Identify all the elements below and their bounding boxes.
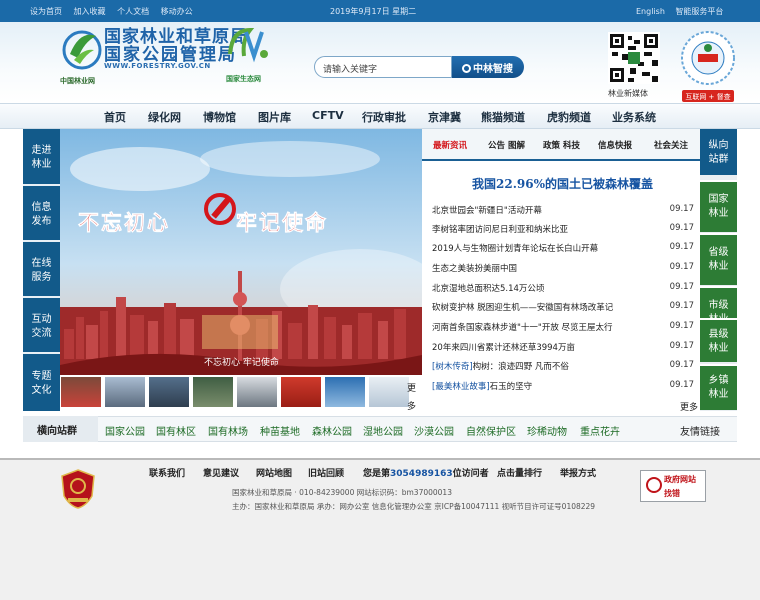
- feedback-link[interactable]: 意见建议: [203, 466, 239, 479]
- divider: [23, 296, 60, 298]
- search-icon: [462, 64, 471, 73]
- tab-announcements[interactable]: 公告 图解: [488, 139, 525, 151]
- thumbnail-8[interactable]: [368, 376, 410, 408]
- nav-item-greening[interactable]: 绿化网: [148, 109, 181, 125]
- logo-caption: 中国林业网: [60, 77, 95, 85]
- tab-policy-tech[interactable]: 政策 科技: [543, 139, 580, 151]
- top-right-links: English 智能服务平台: [636, 6, 731, 17]
- qr-code-icon: [608, 32, 660, 84]
- site-group-national[interactable]: 国家 林业: [700, 180, 737, 232]
- hgroup-rare-animals[interactable]: 珍稀动物: [527, 423, 567, 438]
- old-site-link[interactable]: 旧站回顾: [308, 466, 344, 479]
- left-menu-about[interactable]: 走进 林业: [23, 144, 60, 172]
- hgroup-desert-park[interactable]: 沙漠公园: [414, 423, 454, 438]
- news-headline[interactable]: 我国22.96%的国土已被森林覆盖: [430, 175, 695, 192]
- news-tag: [最美林业故事]: [432, 382, 490, 392]
- left-menu-info[interactable]: 信息 发布: [23, 201, 60, 229]
- report-link[interactable]: 举报方式: [560, 466, 596, 479]
- thumbnail-4[interactable]: [192, 376, 234, 408]
- thumbnail-5[interactable]: [236, 376, 278, 408]
- banner-more-link[interactable]: 更多: [407, 380, 417, 416]
- banner-slogan: 不忘初心 牢记使命: [78, 210, 328, 236]
- horizontal-site-group-title: 横向站群: [23, 416, 98, 442]
- hgroup-wetland-park[interactable]: 湿地公园: [363, 423, 403, 438]
- banner-thumbnails: [60, 376, 422, 411]
- thumbnail-3[interactable]: [148, 376, 190, 408]
- gov-button-label2: 找错: [664, 489, 680, 498]
- footer-info-line1: 国家林业和草原局 · 010-84239000 网站标识码：bm37000013: [232, 488, 452, 497]
- hgroup-national-park[interactable]: 国家公园: [105, 423, 145, 438]
- search-button-label: 中林智搜: [473, 64, 513, 75]
- set-homepage-link[interactable]: 设为首页: [30, 7, 62, 16]
- news-tag: [树木传奇]: [432, 362, 473, 372]
- mobile-office-link[interactable]: 移动办公: [161, 7, 193, 16]
- nav-item-business-system[interactable]: 业务系统: [612, 109, 656, 125]
- nav-item-tiger-leopard[interactable]: 虎豹频道: [547, 109, 591, 125]
- vertical-site-group-title: 纵向 站群: [700, 129, 737, 175]
- contact-us-link[interactable]: 联系我们: [149, 466, 185, 479]
- hgroup-key-flowers[interactable]: 重点花卉: [580, 423, 620, 438]
- forestry-logo-icon: [62, 30, 102, 70]
- smart-service-link[interactable]: 智能服务平台: [675, 7, 723, 16]
- site-group-county[interactable]: 县级 林业: [700, 318, 737, 362]
- nav-item-jingjinji[interactable]: 京津冀: [428, 109, 461, 125]
- supervision-badge-icon[interactable]: [680, 30, 736, 86]
- thumbnail-6[interactable]: [280, 376, 322, 408]
- add-favorite-link[interactable]: 加入收藏: [74, 7, 106, 16]
- nav-item-panda[interactable]: 熊猫频道: [481, 109, 525, 125]
- supervision-badge-label[interactable]: 互联网 + 督查: [682, 90, 734, 102]
- banner-caption: 不忘初心 牢记使命: [204, 358, 279, 368]
- news-more-link[interactable]: 更多: [680, 400, 698, 413]
- new-media-label: 林业新媒体: [608, 89, 648, 98]
- top-date: 2019年9月17日 星期二: [330, 7, 417, 16]
- logo-url: WWW.FORESTRY.GOV.CN: [104, 62, 211, 70]
- hgroup-seedling-base[interactable]: 种苗基地: [260, 423, 300, 438]
- hgroup-state-forest-farm[interactable]: 国有林场: [208, 423, 248, 438]
- personal-docs-link[interactable]: 个人文档: [117, 7, 149, 16]
- magnifier-icon: [646, 477, 662, 493]
- left-menu-online-service[interactable]: 在线 服务: [23, 257, 60, 285]
- search-input[interactable]: 请输入关键字: [314, 56, 452, 78]
- thumbnail-1[interactable]: [60, 376, 102, 408]
- divider: [23, 184, 60, 186]
- tab-social-concern[interactable]: 社会关注: [654, 139, 688, 151]
- english-link[interactable]: English: [636, 7, 665, 16]
- hgroup-forest-park[interactable]: 森林公园: [312, 423, 352, 438]
- city-skyline-image: [60, 141, 422, 375]
- left-menu-topics[interactable]: 专题 文化: [23, 370, 60, 398]
- nav-item-admin-approval[interactable]: 行政审批: [362, 109, 406, 125]
- thumbnail-2[interactable]: [104, 376, 146, 408]
- thumbnail-7[interactable]: [324, 376, 366, 408]
- click-ranking-link[interactable]: 点击量排行: [497, 466, 542, 479]
- nav-item-cftv[interactable]: CFTV: [312, 109, 344, 122]
- tab-latest-news[interactable]: 最新资讯: [433, 139, 467, 151]
- nav-item-gallery[interactable]: 图片库: [258, 109, 291, 125]
- left-menu-interaction[interactable]: 互动 交流: [23, 313, 60, 341]
- hgroup-nature-reserve[interactable]: 自然保护区: [466, 423, 516, 438]
- tab-info-bulletin[interactable]: 信息快报: [598, 139, 632, 151]
- nav-item-home[interactable]: 首页: [104, 109, 126, 125]
- friend-links[interactable]: 友情链接: [680, 423, 720, 438]
- eco-network-label: 国家生态网: [226, 75, 261, 83]
- footer-info-line2: 主办：国家林业和草原局 承办：网办公室 信息化管理办公室 京ICP备100471…: [232, 502, 596, 511]
- eco-network-logo-icon: [228, 27, 268, 63]
- hgroup-state-forest-region[interactable]: 国有林区: [156, 423, 196, 438]
- sitemap-link[interactable]: 网站地图: [256, 466, 292, 479]
- divider: [23, 240, 60, 242]
- visitor-counter: 您是第3054989163位访问者: [363, 469, 489, 479]
- party-emblem-icon: [61, 469, 95, 509]
- search-button[interactable]: 中林智搜: [452, 56, 524, 78]
- site-group-provincial[interactable]: 省级 林业: [700, 233, 737, 285]
- top-left-links: 设为首页 加入收藏 个人文档 移动办公: [30, 6, 202, 17]
- top-bar: 设为首页 加入收藏 个人文档 移动办公 2019年9月17日 星期二 Engli…: [0, 0, 760, 22]
- gov-button-label1: 政府网站: [664, 475, 696, 484]
- hero-banner[interactable]: 不忘初心 牢记使命 不忘初心 牢记使命: [60, 129, 422, 375]
- divider: [23, 352, 60, 354]
- nav-item-museum[interactable]: 博物馆: [203, 109, 236, 125]
- site-group-township[interactable]: 乡镇 林业: [700, 364, 737, 410]
